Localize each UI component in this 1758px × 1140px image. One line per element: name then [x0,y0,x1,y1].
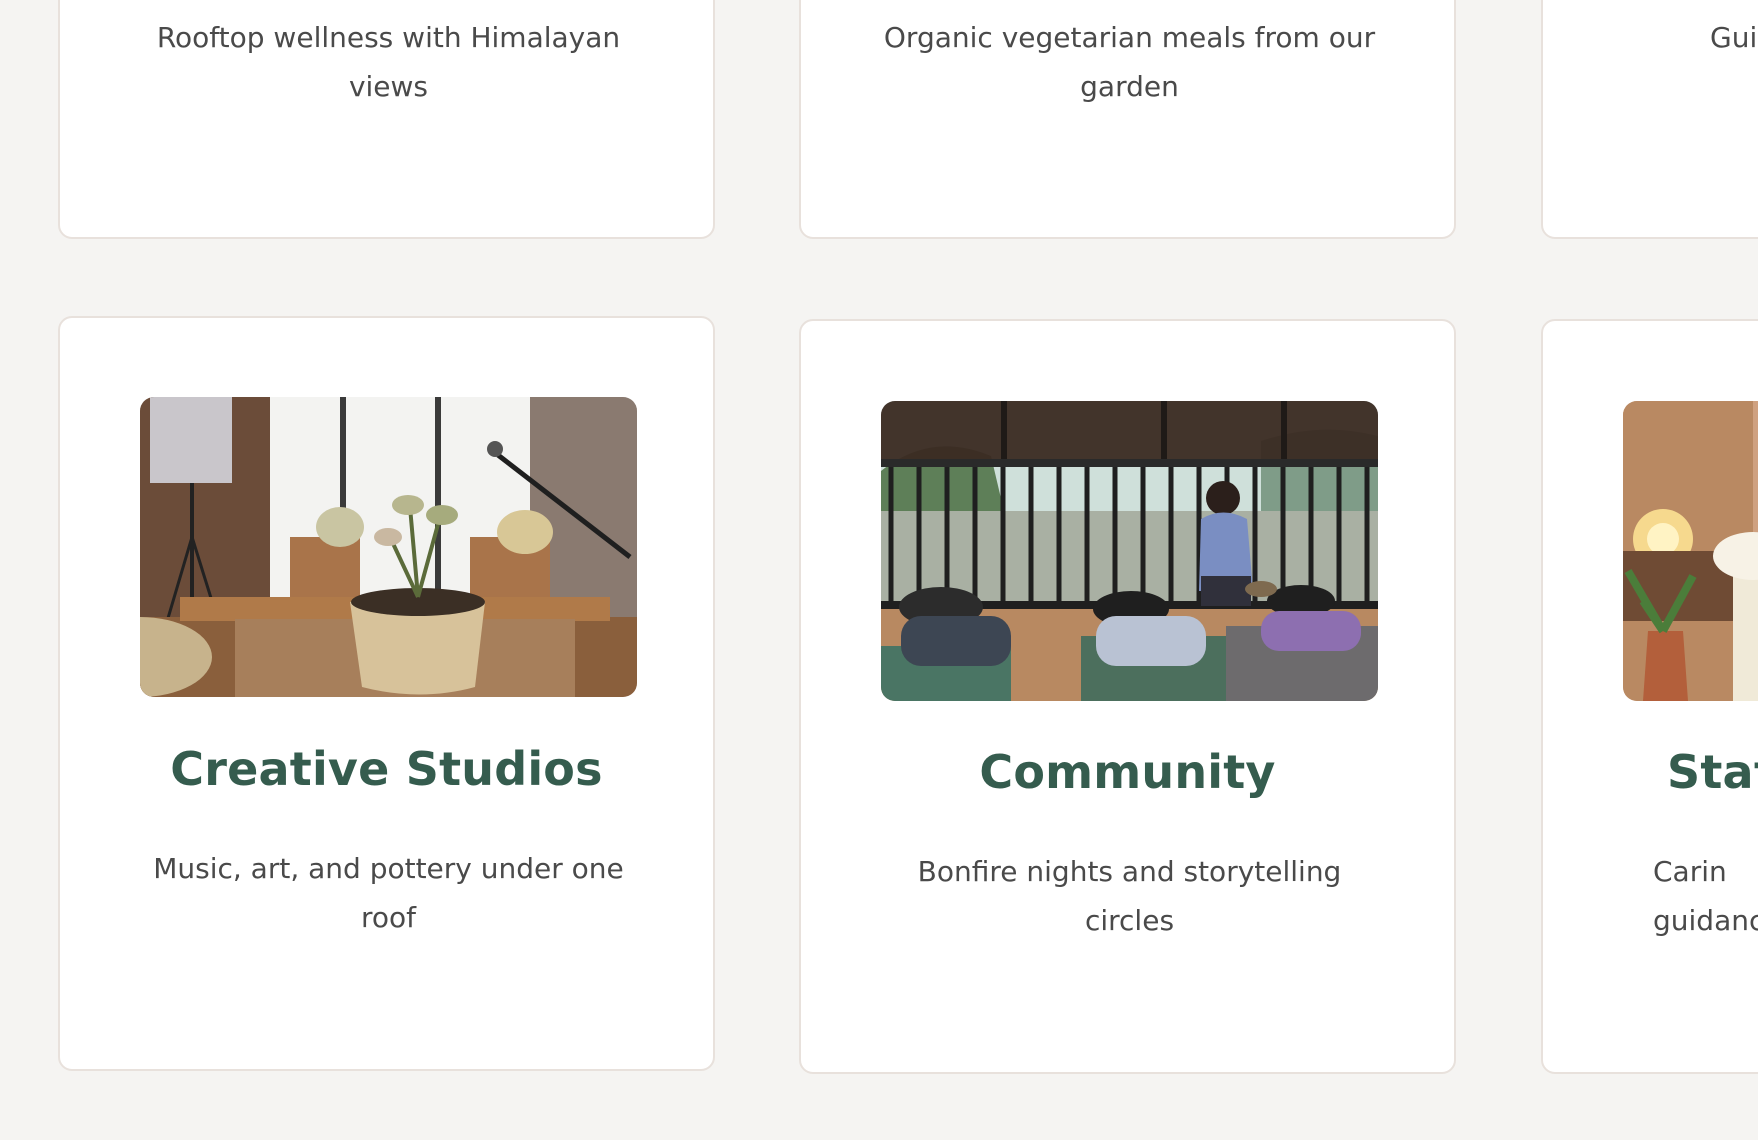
card-community: Community Bonfire nights and storytellin… [799,319,1456,1074]
studio-photo [140,397,637,697]
card-description: Carin guidanc [1653,855,1758,937]
card-guided: Guided [1541,0,1758,239]
card-description: Organic vegetarian meals from our garden [883,21,1376,103]
card-description: Bonfire nights and storytelling circles [917,855,1342,937]
card-description: Music, art, and pottery under one roof [153,852,624,934]
card-staff: Staf Carin guidanc [1541,319,1758,1074]
card-creative-studios: Creative Studios Music, art, and pottery… [58,316,715,1071]
card-rooftop-wellness: Rooftop wellness with Himalayan views [58,0,715,239]
sound-bath-photo [881,401,1378,701]
card-description: Guided [1710,21,1758,54]
amenities-grid: Rooftop wellness with Himalayan views Or… [0,0,1758,1140]
card-title: Creative Studios [170,742,603,796]
card-title: Staf [1667,745,1758,799]
bedroom-photo [1623,401,1758,701]
card-description: Rooftop wellness with Himalayan views [156,21,621,103]
card-organic-meals: Organic vegetarian meals from our garden [799,0,1456,239]
card-title: Community [979,745,1276,799]
